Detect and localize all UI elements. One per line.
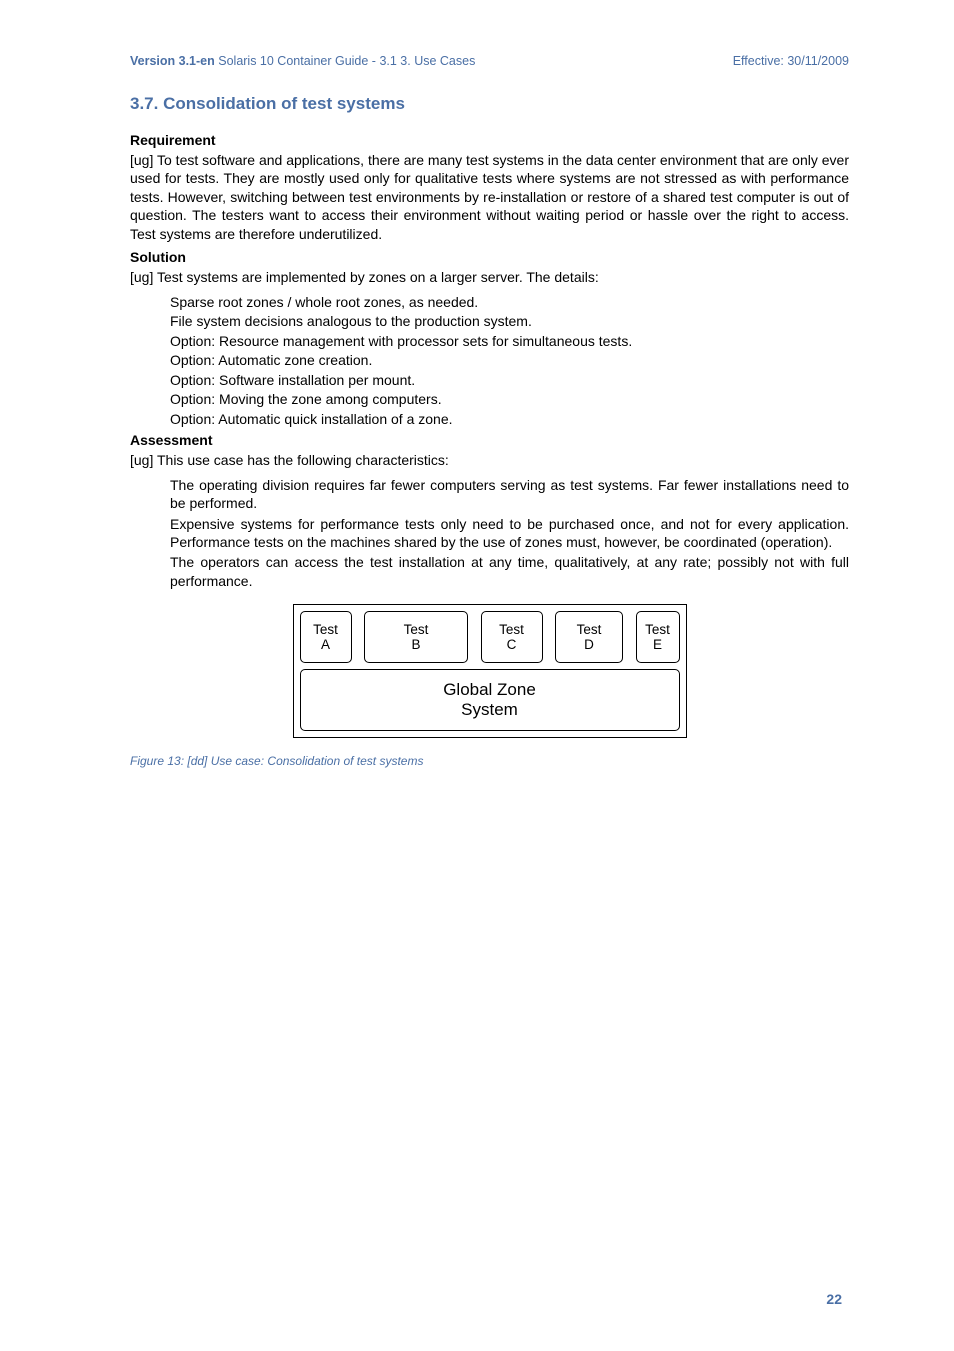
list-item: File system decisions analogous to the p…	[170, 312, 849, 330]
diagram-outer: TestA TestB TestC TestD TestE Global Zon…	[293, 604, 687, 738]
list-item: Option: Moving the zone among computers.	[170, 390, 849, 408]
solution-heading: Solution	[130, 249, 849, 265]
page-number: 22	[826, 1291, 842, 1307]
solution-intro: [ug] Test systems are implemented by zon…	[130, 268, 849, 286]
version-label: Version 3.1-en	[130, 54, 215, 68]
list-item: Option: Software installation per mount.	[170, 371, 849, 389]
header-trail: Solaris 10 Container Guide - 3.1 3. Use …	[218, 54, 475, 68]
list-item: Option: Automatic quick installation of …	[170, 410, 849, 428]
section-title: 3.7. Consolidation of test systems	[130, 94, 849, 114]
page-header: Version 3.1-en Solaris 10 Container Guid…	[130, 54, 849, 68]
list-item: Option: Automatic zone creation.	[170, 351, 849, 369]
zone-box-a: TestA	[300, 611, 352, 663]
assessment-list: The operating division requires far fewe…	[130, 476, 849, 591]
zone-box-b: TestB	[364, 611, 468, 663]
list-item: The operators can access the test instal…	[170, 553, 849, 590]
figure-caption: Figure 13: [dd] Use case: Consolidation …	[130, 754, 849, 768]
list-item: Expensive systems for performance tests …	[170, 515, 849, 552]
zone-box-c: TestC	[481, 611, 543, 663]
zone-row: TestA TestB TestC TestD TestE	[300, 611, 680, 663]
requirement-heading: Requirement	[130, 132, 849, 148]
list-item: The operating division requires far fewe…	[170, 476, 849, 513]
solution-list: Sparse root zones / whole root zones, as…	[130, 293, 849, 428]
zone-box-d: TestD	[555, 611, 623, 663]
assessment-heading: Assessment	[130, 432, 849, 448]
global-zone-box: Global ZoneSystem	[300, 669, 680, 731]
requirement-text: [ug] To test software and applications, …	[130, 151, 849, 243]
header-effective: Effective: 30/11/2009	[733, 54, 849, 68]
diagram: TestA TestB TestC TestD TestE Global Zon…	[130, 604, 849, 738]
list-item: Sparse root zones / whole root zones, as…	[170, 293, 849, 311]
zone-box-e: TestE	[636, 611, 680, 663]
header-left: Version 3.1-en Solaris 10 Container Guid…	[130, 54, 475, 68]
assessment-intro: [ug] This use case has the following cha…	[130, 451, 849, 469]
list-item: Option: Resource management with process…	[170, 332, 849, 350]
